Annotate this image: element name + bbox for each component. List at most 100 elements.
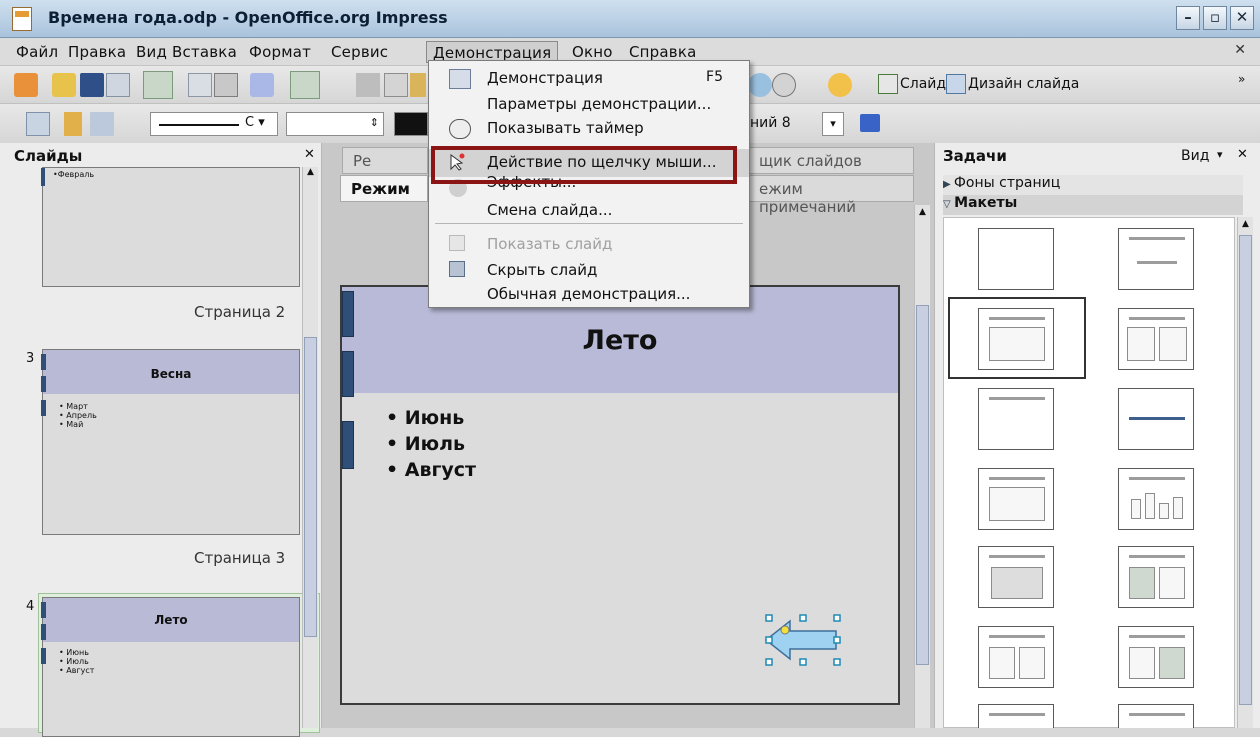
layout-text-clipart[interactable] (1118, 626, 1194, 688)
slide-design-icon[interactable] (946, 74, 966, 94)
maximize-button[interactable]: ▫ (1203, 6, 1227, 30)
print-icon[interactable] (214, 73, 238, 97)
thumb-title: Весна (150, 367, 192, 381)
arrow-shape[interactable] (760, 609, 844, 671)
slide-icon[interactable] (878, 74, 898, 94)
slides-panel-title: Слайды (14, 147, 83, 165)
line-style-icon[interactable] (64, 112, 82, 136)
editor-scrollbar[interactable]: ▲ (914, 205, 930, 728)
menu-edit[interactable]: Правка (62, 41, 132, 63)
shadow-icon[interactable] (860, 114, 880, 132)
slide-design-label[interactable]: Дизайн слайда (968, 76, 1079, 92)
slide-button-label[interactable]: Слайд (900, 76, 946, 92)
cut-icon[interactable] (356, 73, 380, 97)
thumb-title: Лето (154, 613, 188, 627)
layouts-scrollbar[interactable]: ▲ (1237, 217, 1253, 728)
open-icon[interactable] (52, 73, 76, 97)
slide-canvas[interactable]: Лето • Июнь • Июль • Август (340, 285, 900, 705)
layout-title-slide[interactable] (978, 388, 1054, 450)
tasks-title: Задачи (943, 147, 1007, 165)
layout-title-chart[interactable] (1118, 468, 1194, 530)
paste-icon[interactable] (410, 73, 426, 97)
layout-title-two-content[interactable] (1118, 308, 1194, 370)
arrow-style-icon[interactable] (90, 112, 114, 136)
menu-file[interactable]: Файл (10, 41, 64, 63)
slide-thumbnail-2[interactable]: •Февраль (41, 167, 300, 287)
thumb-bullet: •Февраль (53, 170, 95, 179)
export-pdf-icon[interactable] (188, 73, 212, 97)
menu-item-slide-transition[interactable]: Смена слайда... (429, 197, 749, 225)
layout-title-object[interactable] (978, 468, 1054, 530)
slides-panel-close-icon[interactable]: ✕ (304, 147, 315, 162)
layout-blank[interactable] (978, 228, 1054, 290)
slide-bullet[interactable]: • Июнь (386, 407, 464, 429)
slide-thumbnail-3[interactable]: Весна • Март • Апрель • Май (41, 349, 300, 535)
layout-text-chart[interactable] (978, 626, 1054, 688)
layout-centered-text[interactable] (1118, 388, 1194, 450)
edit-file-icon[interactable] (143, 71, 173, 99)
page-label-2: Страница 2 (194, 303, 286, 321)
thumb-tab (41, 624, 46, 640)
close-button[interactable]: ✕ (1230, 6, 1254, 30)
menu-item-start-slideshow[interactable]: Демонстрация F5 (429, 65, 749, 93)
tab-slide-sorter[interactable]: щик слайдов (748, 147, 914, 174)
menu-insert[interactable]: Вставка (166, 41, 243, 63)
copy-icon[interactable] (384, 73, 408, 97)
tab-notes[interactable]: ежим примечаний (748, 175, 914, 216)
scroll-up-icon[interactable]: ▲ (1239, 219, 1252, 233)
page-label-3: Страница 3 (194, 549, 286, 567)
line-style-combo[interactable]: С ▾ (150, 112, 278, 136)
email-icon[interactable] (106, 73, 130, 97)
select-icon[interactable] (26, 112, 50, 136)
menu-format[interactable]: Формат (243, 41, 317, 63)
layout-partial[interactable] (978, 704, 1054, 728)
layout-title-table[interactable] (978, 546, 1054, 608)
slide-thumbnail-4[interactable]: Лето • Июнь • Июль • Август (41, 597, 300, 737)
menu-item-rehearse-timings[interactable]: Показывать таймер (429, 115, 749, 143)
slide-title[interactable]: Лето (342, 325, 898, 356)
line-color-combo[interactable] (394, 112, 428, 136)
section-layouts[interactable]: ▽ Макеты (943, 195, 1243, 215)
tab-outline[interactable]: Режим (340, 175, 428, 202)
toolbar-overflow-icon[interactable]: » (1238, 72, 1245, 86)
slide-bullet[interactable]: • Июль (386, 433, 465, 455)
spellcheck-icon[interactable] (250, 73, 274, 97)
minimize-button[interactable]: – (1176, 6, 1200, 30)
menu-item-custom-slideshow[interactable]: Обычная демонстрация... (429, 281, 749, 309)
zoom-icon[interactable] (772, 73, 796, 97)
area-style-dropdown-icon[interactable]: ▾ (822, 112, 844, 136)
slides-scrollbar[interactable]: ▲ (302, 167, 318, 728)
slide-number-4: 4 (26, 599, 35, 614)
slide-side-tab (342, 351, 354, 397)
section-master-pages[interactable]: ▶ Фоны страниц (943, 175, 1243, 195)
tasks-close-icon[interactable]: ✕ (1237, 147, 1248, 162)
scroll-up-icon[interactable]: ▲ (916, 207, 929, 221)
autospellcheck-icon[interactable] (290, 71, 320, 99)
area-style-combo[interactable]: ний 8 (750, 115, 791, 131)
chevron-down-icon[interactable]: ▾ (1217, 148, 1223, 161)
save-icon[interactable] (80, 73, 104, 97)
scrollbar-thumb[interactable] (916, 305, 929, 665)
slide-number-3: 3 (26, 351, 35, 366)
layout-title-only[interactable] (1118, 228, 1194, 290)
close-document-icon[interactable]: ✕ (1234, 42, 1246, 58)
menu-separator (435, 223, 743, 224)
scrollbar-thumb[interactable] (1239, 235, 1252, 705)
layout-clipart-text[interactable] (1118, 546, 1194, 608)
thumb-bullets: • Март • Апрель • Май (59, 402, 97, 429)
slide-bullet[interactable]: • Август (386, 459, 476, 481)
hyperlink-icon[interactable] (748, 73, 772, 97)
help-icon[interactable] (828, 73, 852, 97)
scroll-up-icon[interactable]: ▲ (304, 167, 317, 181)
new-icon[interactable] (14, 73, 38, 97)
menu-tools[interactable]: Сервис (325, 41, 394, 63)
title-bar: Времена года.odp - OpenOffice.org Impres… (0, 0, 1260, 38)
tab-normal[interactable]: Ре (342, 147, 428, 174)
line-width-field[interactable]: ⇕ (286, 112, 384, 136)
scrollbar-thumb[interactable] (304, 337, 317, 637)
highlight-annotation-box (431, 146, 737, 184)
layout-partial[interactable] (1118, 704, 1194, 728)
tasks-view-menu[interactable]: Вид (1181, 148, 1209, 164)
thumb-tab (41, 376, 46, 392)
layout-title-content[interactable] (978, 308, 1054, 370)
